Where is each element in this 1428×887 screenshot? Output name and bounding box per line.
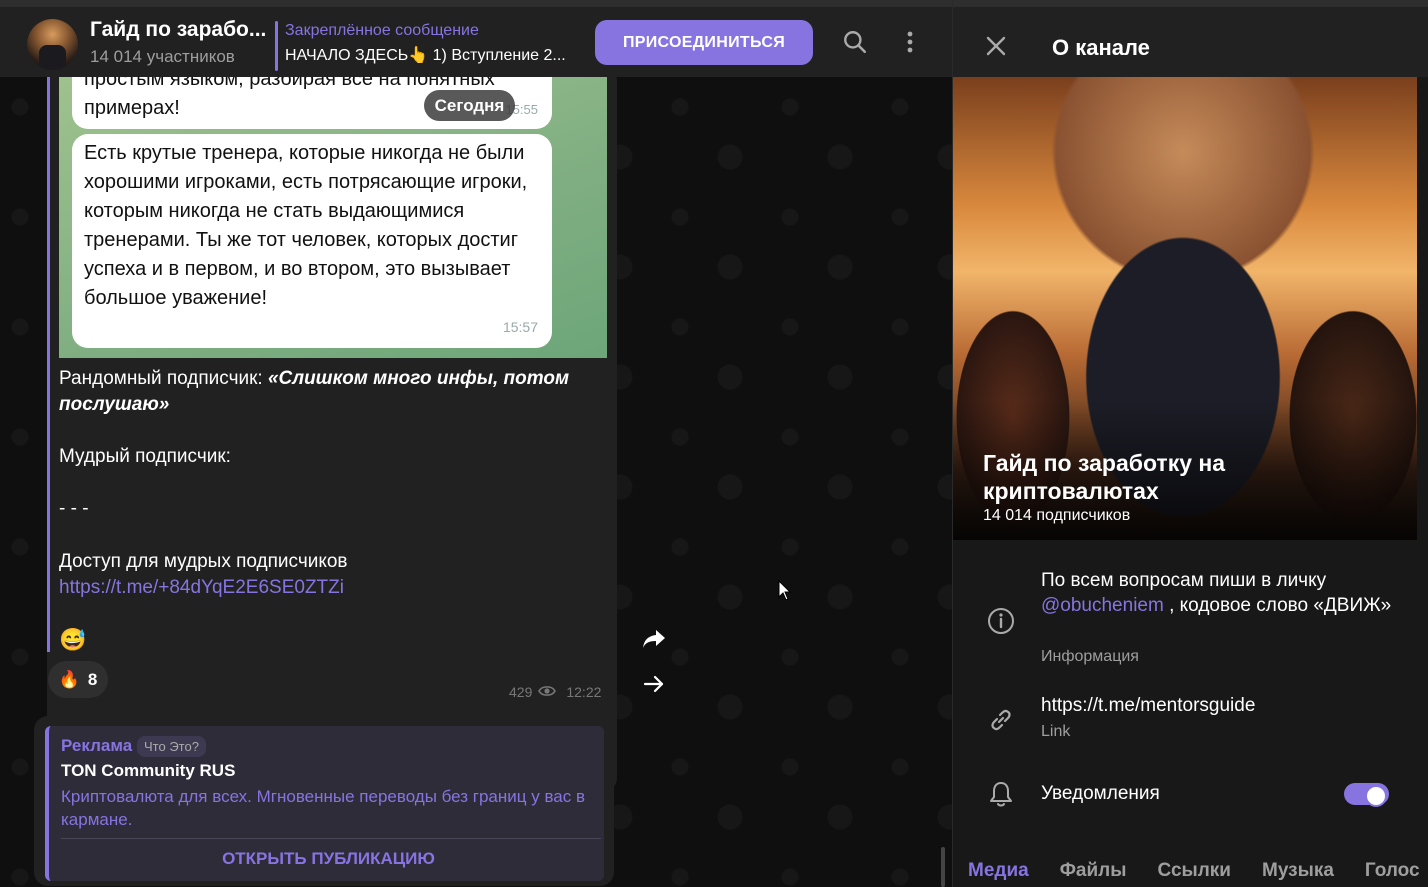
reaction-count: 8	[87, 669, 98, 689]
message-line-access: Доступ для мудрых подписчиков	[59, 551, 348, 572]
go-to-arrow-icon[interactable]	[636, 666, 672, 702]
reaction-emoji: 🔥	[58, 669, 80, 689]
description-prefix: По всем вопросам пиши в личку	[1041, 570, 1327, 591]
cover-subscribers: 14 014 подписчиков	[983, 507, 1131, 524]
ad-channel-name: TON Community RUS	[61, 761, 236, 780]
more-menu-icon[interactable]	[892, 24, 928, 60]
notifications-toggle[interactable]	[1344, 783, 1389, 807]
search-icon[interactable]	[837, 24, 873, 60]
panel-title: О канале	[1052, 35, 1150, 60]
channel-avatar[interactable]	[27, 19, 78, 70]
description-label: Информация	[1041, 648, 1139, 665]
description-suffix: , кодовое слово «ДВИЖ»	[1163, 595, 1392, 616]
pinned-text[interactable]: НАЧАЛО ЗДЕСЬ👆 1) Вступление 2...	[285, 45, 585, 65]
message-line-wise: Мудрый подписчик:	[59, 446, 231, 467]
sponsored-message: Реклама Что Это? TON Community RUS Крипт…	[34, 716, 614, 886]
ad-divider	[61, 838, 601, 839]
channel-title[interactable]: Гайд по зарабо...	[90, 18, 270, 42]
message-line-random: Рандомный подписчик: «Слишком много инфы…	[59, 366, 599, 418]
ad-what-is-this[interactable]: Что Это?	[137, 736, 206, 757]
channel-member-count: 14 014 участников	[90, 47, 235, 66]
bell-icon	[985, 778, 1017, 810]
close-icon[interactable]	[979, 29, 1013, 63]
pinned-indicator	[275, 21, 278, 71]
chat-scrollbar[interactable]	[941, 847, 945, 887]
message-line-random-prefix: Рандомный подписчик:	[59, 368, 268, 389]
tab-media[interactable]: Медиа	[968, 852, 1029, 887]
mouse-cursor-icon	[778, 580, 792, 601]
tab-files[interactable]: Файлы	[1060, 852, 1127, 887]
quoted-bubble-2-text: Есть крутые тренера, которые никогда не …	[84, 142, 528, 309]
pinned-title[interactable]: Закреплённое сообщение	[285, 22, 479, 40]
description-mention-link[interactable]: @obucheniem	[1041, 595, 1164, 616]
channel-description: По всем вопросам пиши в личку @obuchenie…	[1041, 568, 1401, 618]
channel-cover-image[interactable]: Гайд по заработку на криптовалютах 14 01…	[953, 77, 1417, 540]
ad-description: Криптовалюта для всех. Мгновенные перево…	[61, 787, 586, 829]
message-time: 12:22	[566, 684, 602, 700]
quoted-bubble-2-time: 15:57	[502, 319, 538, 335]
sponsored-card[interactable]: Реклама Что Это? TON Community RUS Крипт…	[45, 726, 604, 881]
tab-music[interactable]: Музыка	[1262, 852, 1334, 887]
open-publication-button[interactable]: ОТКРЫТЬ ПУБЛИКАЦИЮ	[49, 849, 608, 869]
tab-voice[interactable]: Голос	[1365, 852, 1420, 887]
ad-label: Реклама	[61, 736, 133, 755]
join-button[interactable]: ПРИСОЕДИНИТЬСЯ	[595, 20, 813, 65]
view-count: 429	[509, 684, 533, 700]
info-icon	[985, 605, 1017, 637]
channel-link[interactable]: https://t.me/mentorsguide	[1041, 693, 1401, 718]
cover-title: Гайд по заработку на криптовалютах	[983, 450, 1226, 504]
eye-icon	[538, 684, 557, 700]
date-pill[interactable]: Сегодня	[424, 90, 515, 121]
message-emoji: 😅	[59, 627, 87, 652]
message-meta: 429 12:22	[509, 684, 601, 700]
link-icon	[985, 704, 1017, 736]
chat-header: Гайд по зарабо... 14 014 участников Закр…	[0, 0, 952, 77]
reaction-fire[interactable]: 🔥 8	[48, 661, 108, 698]
invite-link[interactable]: https://t.me/+84dYqE2E6SE0ZTZi	[59, 575, 344, 601]
channel-info-panel: О канале Гайд по заработку на криптовалю…	[952, 0, 1428, 887]
quoted-bubble-2: Есть крутые тренера, которые никогда не …	[72, 134, 552, 348]
message-line-dashes: - - -	[59, 498, 89, 519]
chat-area: простым языком, разбирая все на понятных…	[0, 77, 952, 887]
tab-links[interactable]: Ссылки	[1157, 852, 1231, 887]
channel-link-label: Link	[1041, 723, 1071, 740]
forward-icon[interactable]	[636, 621, 672, 657]
panel-header: О канале	[953, 0, 1428, 77]
quote-bar	[47, 77, 50, 652]
media-tabs: Медиа Файлы Ссылки Музыка Голос	[953, 852, 1428, 887]
